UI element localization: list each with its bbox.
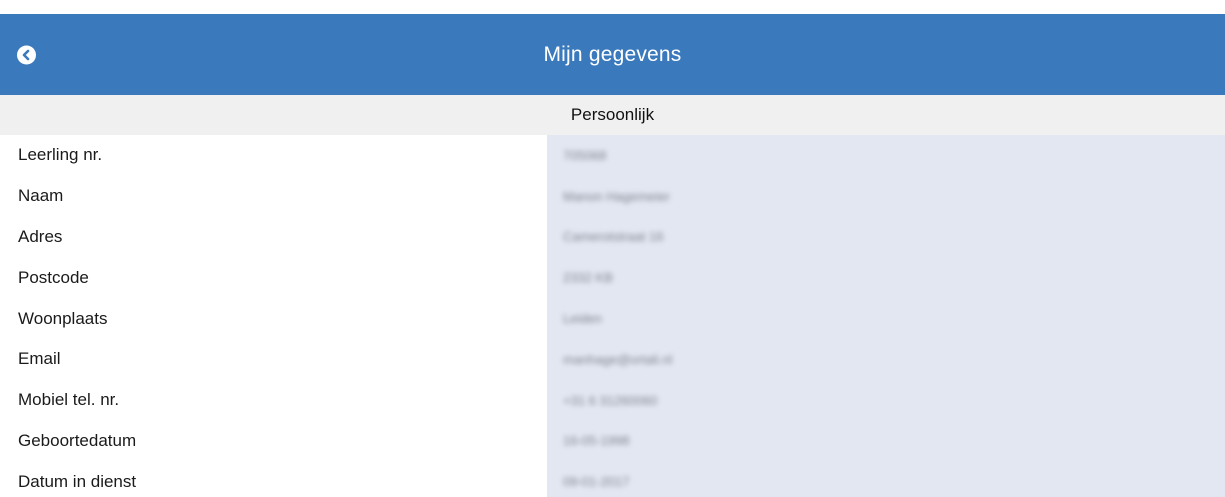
field-label: Adres bbox=[18, 226, 63, 246]
field-value: 2332 KB bbox=[563, 270, 613, 286]
field-label: Woonplaats bbox=[18, 308, 108, 328]
field-value: +31 6 31260060 bbox=[563, 392, 658, 408]
field-row-name: Naam Manon Hagemeier bbox=[0, 176, 1225, 217]
field-value: Manon Hagemeier bbox=[563, 188, 670, 204]
field-row-address: Adres Camerotstraat 16 bbox=[0, 217, 1225, 258]
top-strip bbox=[0, 0, 1225, 14]
field-row-city: Woonplaats Leiden bbox=[0, 298, 1225, 339]
header-bar: Mijn gegevens bbox=[0, 14, 1225, 95]
details-list: Leerling nr. 705068 Naam Manon Hagemeier… bbox=[0, 135, 1225, 497]
field-row-birthdate: Geboortedatum 16-05-1998 bbox=[0, 421, 1225, 462]
field-row-email: Email manhage@ortali.nl bbox=[0, 339, 1225, 380]
field-label: Email bbox=[18, 349, 61, 369]
field-value: Camerotstraat 16 bbox=[563, 229, 664, 245]
app-window: Mijn gegevens Persoonlijk Leerling nr. 7… bbox=[0, 0, 1225, 497]
field-label: Geboortedatum bbox=[18, 430, 137, 450]
field-label: Naam bbox=[18, 186, 64, 206]
field-row-student-number: Leerling nr. 705068 bbox=[0, 135, 1225, 176]
field-value: 705068 bbox=[563, 147, 607, 163]
section-header: Persoonlijk bbox=[0, 95, 1225, 135]
field-value: 16-05-1998 bbox=[563, 433, 630, 449]
field-label: Postcode bbox=[18, 267, 89, 287]
field-value: manhage@ortali.nl bbox=[563, 351, 673, 367]
field-label: Leerling nr. bbox=[18, 145, 103, 165]
section-title: Persoonlijk bbox=[570, 105, 655, 124]
field-label: Datum in dienst bbox=[18, 471, 137, 491]
field-label: Mobiel tel. nr. bbox=[18, 390, 120, 410]
field-row-mobile: Mobiel tel. nr. +31 6 31260060 bbox=[0, 380, 1225, 421]
field-row-postcode: Postcode 2332 KB bbox=[0, 257, 1225, 298]
field-value: 09-01-2017 bbox=[563, 474, 630, 490]
field-value: Leiden bbox=[563, 311, 603, 327]
chevron-left-circle-icon bbox=[21, 49, 32, 60]
back-button[interactable] bbox=[17, 45, 36, 64]
page-title: Mijn gegevens bbox=[543, 42, 682, 66]
field-row-start-date: Datum in dienst 09-01-2017 bbox=[0, 461, 1225, 497]
